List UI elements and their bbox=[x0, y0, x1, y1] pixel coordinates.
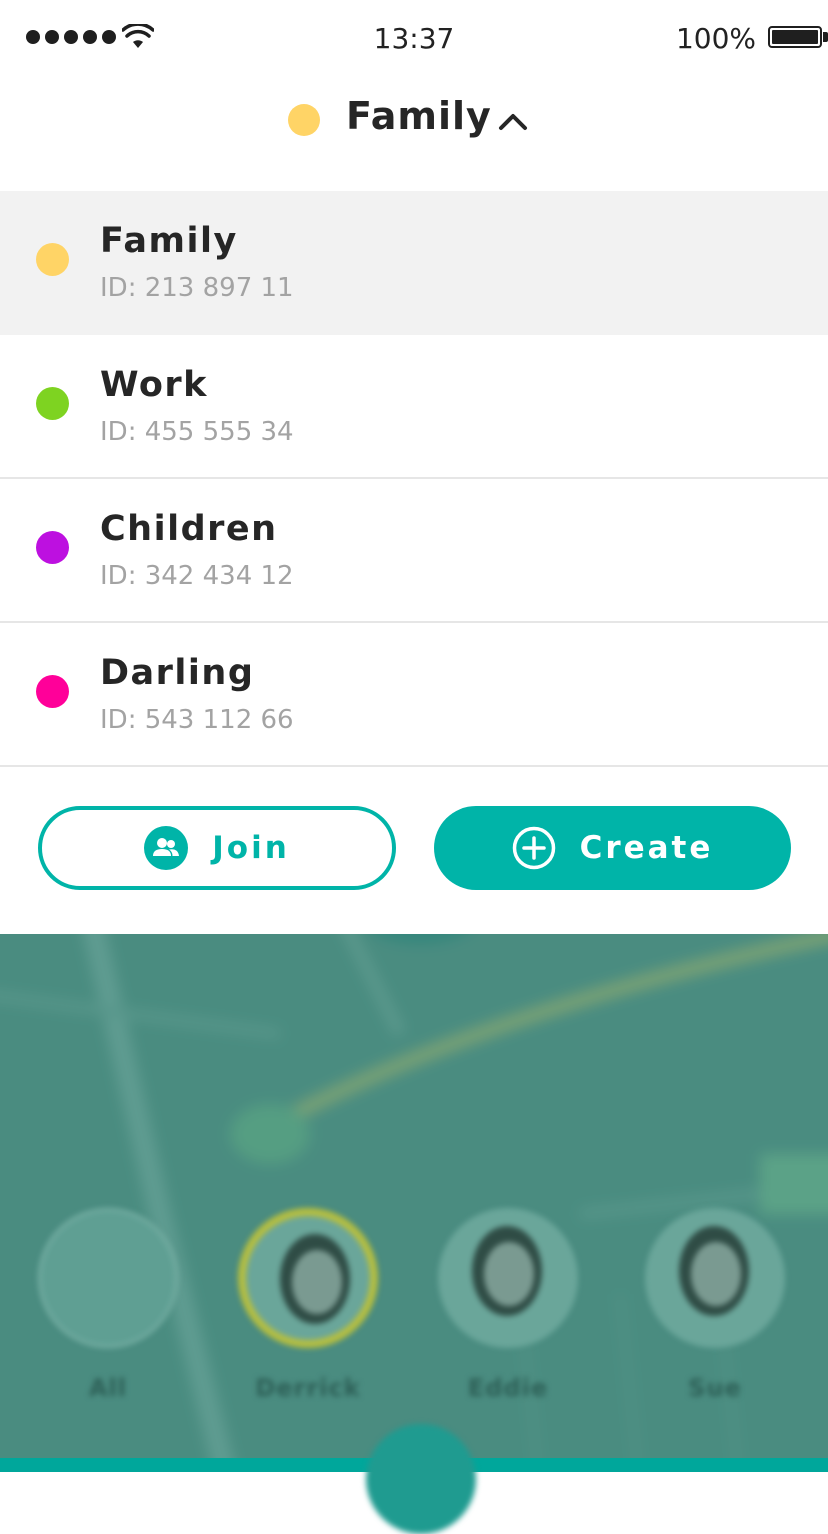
group-color-dot bbox=[36, 531, 69, 564]
join-button[interactable]: Join bbox=[38, 806, 396, 890]
group-id: ID: 213 897 11 bbox=[100, 273, 294, 303]
group-color-dot bbox=[36, 675, 69, 708]
member-eddie: Eddie bbox=[433, 1208, 583, 1402]
group-id: ID: 543 112 66 bbox=[100, 705, 294, 735]
group-name: Darling bbox=[100, 653, 255, 693]
member-name: Eddie bbox=[467, 1374, 549, 1402]
group-name: Children bbox=[100, 509, 278, 549]
chevron-up-icon[interactable] bbox=[498, 110, 528, 132]
group-color-dot bbox=[288, 104, 320, 136]
member-all: All bbox=[33, 1208, 183, 1402]
avatar bbox=[438, 1208, 578, 1348]
group-icon bbox=[144, 826, 189, 870]
group-color-dot bbox=[36, 387, 69, 420]
avatar bbox=[238, 1208, 378, 1348]
group-name: Family bbox=[100, 221, 238, 261]
member-name: Derrick bbox=[255, 1374, 361, 1402]
member-sue: Sue bbox=[640, 1208, 790, 1402]
status-bar: 13:37 100% bbox=[0, 0, 828, 80]
group-name: Work bbox=[100, 365, 208, 405]
group-row-darling[interactable]: Darling ID: 543 112 66 bbox=[0, 623, 828, 767]
center-fab-button bbox=[366, 1424, 476, 1534]
group-color-dot bbox=[36, 243, 69, 276]
group-icon bbox=[38, 1208, 178, 1348]
group-list: Family ID: 213 897 11 Work ID: 455 555 3… bbox=[0, 191, 828, 767]
group-id: ID: 455 555 34 bbox=[100, 417, 294, 447]
create-button[interactable]: Create bbox=[434, 806, 791, 890]
battery-percentage: 100% bbox=[675, 22, 756, 55]
create-button-label: Create bbox=[579, 830, 714, 866]
group-selector-title: Family bbox=[346, 94, 492, 138]
member-name: All bbox=[88, 1374, 128, 1402]
battery-icon bbox=[768, 26, 822, 48]
plus-circle-icon bbox=[512, 826, 555, 870]
battery-nub bbox=[823, 32, 828, 42]
group-row-family[interactable]: Family ID: 213 897 11 bbox=[0, 191, 828, 335]
join-button-label: Join bbox=[212, 830, 290, 866]
group-selector[interactable]: Family bbox=[0, 80, 828, 190]
group-row-children[interactable]: Children ID: 342 434 12 bbox=[0, 479, 828, 623]
group-row-work[interactable]: Work ID: 455 555 34 bbox=[0, 335, 828, 479]
member-name: Sue bbox=[688, 1374, 742, 1402]
avatar bbox=[645, 1208, 785, 1348]
group-id: ID: 342 434 12 bbox=[100, 561, 294, 591]
member-derrick: Derrick bbox=[233, 1208, 383, 1402]
